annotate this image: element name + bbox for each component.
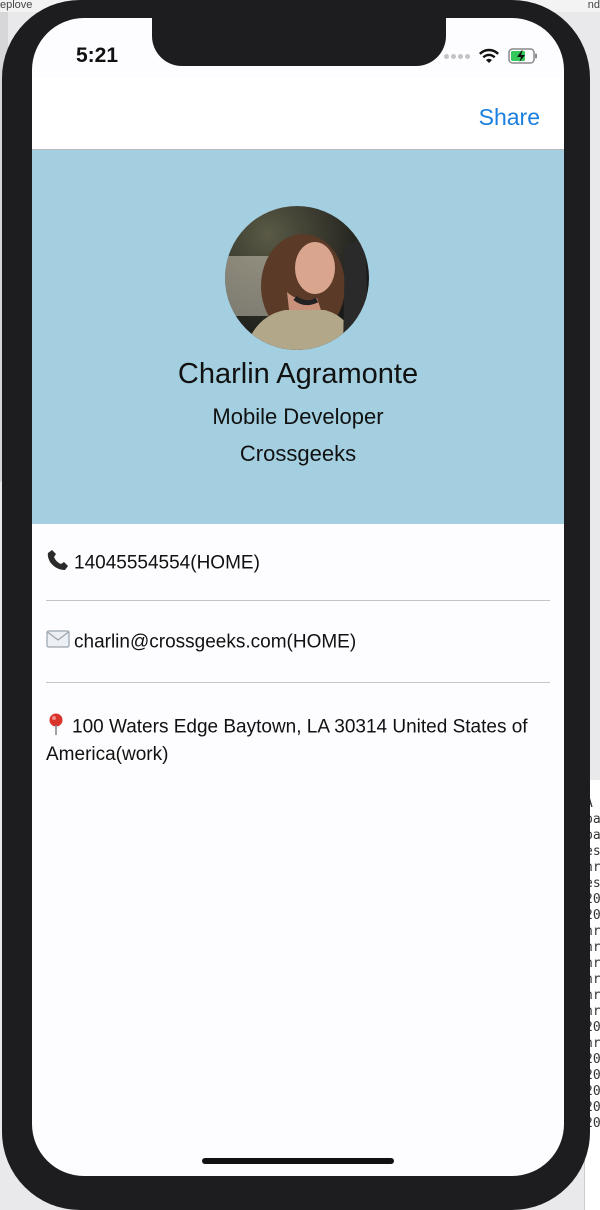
wifi-icon [479,48,499,63]
profile-job-title: Mobile Developer [212,404,384,429]
avatar-photo-image [225,206,369,350]
divider [46,600,550,601]
notch [152,18,446,66]
envelope-icon [46,630,74,655]
profile-company: Crossgeeks [239,441,357,466]
signal-dots-icon [444,53,470,59]
phone-detail-row[interactable]: 14045554554(HOME) [46,548,550,579]
desktop-tab-left: eplove [0,0,33,11]
status-icons [444,46,538,66]
battery-charging-icon [508,48,537,64]
profile-name: Charlin Agramonte [177,358,419,390]
email-value: charlin@crossgeeks.com(HOME) [74,631,357,653]
phone-value: 14045554554(HOME) [74,552,260,574]
profile-header: Charlin Agramonte Mobile Developer Cross… [32,150,564,524]
location-pin-icon [46,712,72,743]
address-detail-row[interactable]: 100 Waters Edge Baytown, LA 30314 United… [46,712,550,767]
divider [46,682,550,683]
telephone-icon [46,548,74,579]
avatar [225,206,369,350]
phone-frame: 5:21 Share Charlin Agramonte Mobile Deve… [2,0,590,1210]
phone-screen: 5:21 Share Charlin Agramonte Mobile Deve… [32,18,564,1176]
email-detail-row[interactable]: charlin@crossgeeks.com(HOME) [46,630,550,655]
address-value: 100 Waters Edge Baytown, LA 30314 United… [46,716,528,765]
desktop-tab-right: nd [587,0,600,11]
navigation-bar: Share [32,78,564,150]
share-button[interactable]: Share [479,104,540,131]
status-time: 5:21 [76,44,119,67]
home-indicator[interactable] [202,1158,394,1164]
